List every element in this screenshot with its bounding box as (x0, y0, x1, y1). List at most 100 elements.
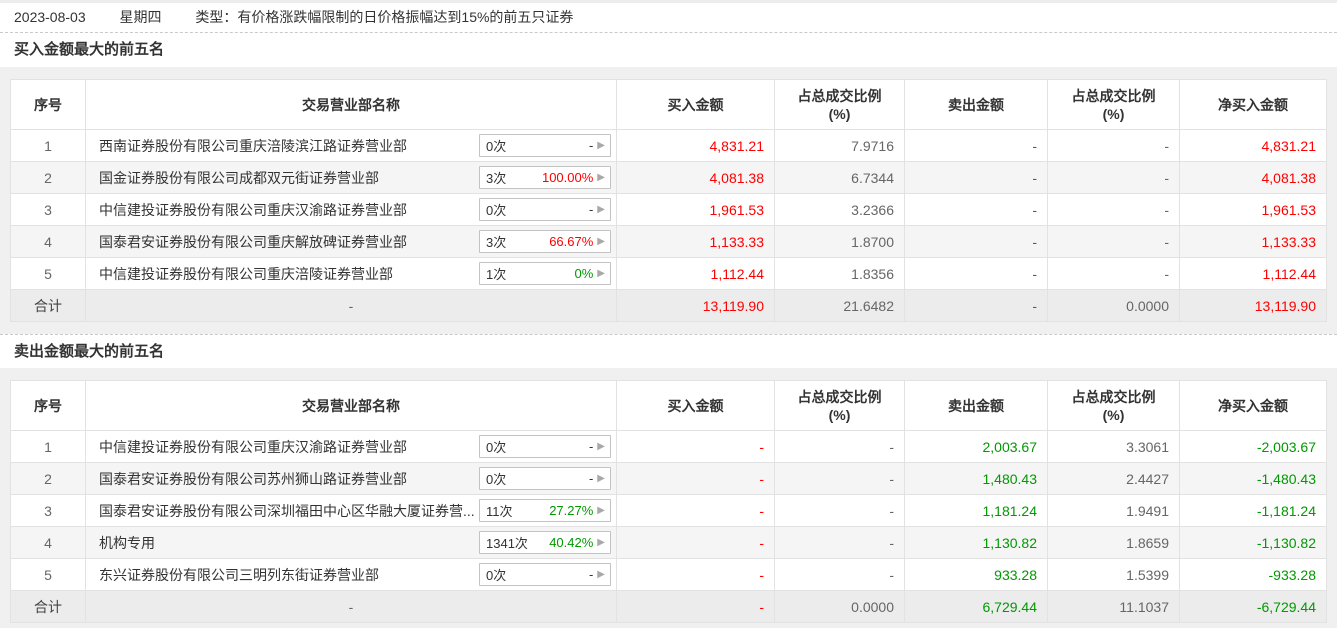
department-name-link[interactable]: 国金证券股份有限公司成都双元街证券营业部 (99, 168, 379, 188)
department-name-link[interactable]: 中信建投证券股份有限公司重庆涪陵证券营业部 (99, 264, 393, 284)
buy-ratio: - (774, 494, 905, 527)
branch-history-widget[interactable]: 0次 - ▶ (479, 435, 611, 458)
branch-history-widget[interactable]: 0次 - ▶ (479, 467, 611, 490)
appearance-count: 0次 (486, 139, 507, 154)
expand-arrow-icon: ▶ (597, 203, 605, 215)
appearance-count: 0次 (486, 472, 507, 487)
spacer (0, 368, 1337, 380)
row-index: 2 (10, 161, 86, 194)
department-name-link[interactable]: 中信建投证券股份有限公司重庆汉渝路证券营业部 (99, 200, 407, 220)
buy-amount: - (616, 462, 775, 495)
net-buy-amount: -2,003.67 (1179, 430, 1327, 463)
net-buy-amount: 4,831.21 (1179, 129, 1327, 162)
department-name-link[interactable]: 东兴证券股份有限公司三明列东街证券营业部 (99, 565, 379, 585)
department-name-link[interactable]: 机构专用 (99, 533, 155, 553)
expand-arrow-icon: ▶ (597, 139, 605, 151)
appearance-count: 3次 (486, 235, 507, 250)
department-name-link[interactable]: 中信建投证券股份有限公司重庆汉渝路证券营业部 (99, 437, 407, 457)
table-row: 3 国泰君安证券股份有限公司深圳福田中心区华融大厦证券营... 11次 27.2… (10, 494, 1327, 527)
spacer (0, 67, 1337, 79)
total-net-buy: -6,729.44 (1179, 590, 1327, 623)
net-buy-amount: 1,112.44 (1179, 257, 1327, 290)
expand-arrow-icon: ▶ (597, 440, 605, 452)
col-header-buy-ratio: 占总成交比例 (%) (774, 79, 905, 130)
col-header-buy-ratio: 占总成交比例 (%) (774, 380, 905, 431)
sell-ratio: 1.9491 (1047, 494, 1180, 527)
win-rate: 66.67% (549, 234, 594, 249)
total-sell-amount: 6,729.44 (904, 590, 1048, 623)
date-type-bar: 2023-08-03 星期四 类型：有价格涨跌幅限制的日价格振幅达到15%的前五… (0, 0, 1337, 33)
appearance-count: 11次 (486, 504, 513, 519)
win-rate: - (588, 567, 594, 582)
branch-history-widget[interactable]: 1次 0% ▶ (479, 262, 611, 285)
buy-ratio: 7.9716 (774, 129, 905, 162)
total-net-buy: 13,119.90 (1179, 289, 1327, 322)
sell-amount: - (904, 129, 1048, 162)
buy-top5-table: 序号 交易营业部名称 买入金额 占总成交比例 (%) 卖出金额 占总成交比例 (%)… (10, 79, 1327, 322)
sell-ratio: - (1047, 225, 1180, 258)
appearance-count: 0次 (486, 203, 507, 218)
department-name-link[interactable]: 西南证券股份有限公司重庆涪陵滨江路证券营业部 (99, 136, 407, 156)
branch-history-widget[interactable]: 0次 - ▶ (479, 134, 611, 157)
expand-arrow-icon: ▶ (597, 504, 605, 516)
net-buy-amount: 1,961.53 (1179, 193, 1327, 226)
win-rate: 0% (574, 266, 594, 281)
row-index: 4 (10, 526, 86, 559)
department-name-link[interactable]: 国泰君安证券股份有限公司深圳福田中心区华融大厦证券营... (99, 501, 475, 521)
buy-amount: - (616, 494, 775, 527)
net-buy-amount: -1,480.43 (1179, 462, 1327, 495)
buy-amount: - (616, 558, 775, 591)
expand-arrow-icon: ▶ (597, 568, 605, 580)
sell-ratio: - (1047, 161, 1180, 194)
row-index: 3 (10, 193, 86, 226)
trade-date: 2023-08-03 (14, 9, 86, 25)
row-index: 4 (10, 225, 86, 258)
sell-amount: 2,003.67 (904, 430, 1048, 463)
table-row: 5 中信建投证券股份有限公司重庆涪陵证券营业部 1次 0% ▶ 1,112.44 … (10, 257, 1327, 290)
total-buy-ratio: 0.0000 (774, 590, 905, 623)
branch-history-widget[interactable]: 11次 27.27% ▶ (479, 499, 611, 522)
sell-amount: 933.28 (904, 558, 1048, 591)
table-row: 5 东兴证券股份有限公司三明列东街证券营业部 0次 - ▶ - - 933.28 … (10, 558, 1327, 591)
table-row: 2 国金证券股份有限公司成都双元街证券营业部 3次 100.00% ▶ 4,081… (10, 161, 1327, 194)
buy-section-title: 买入金额最大的前五名 (0, 33, 1337, 67)
buy-amount: 1,133.33 (616, 225, 775, 258)
win-rate: 40.42% (549, 535, 594, 550)
col-header-sell-ratio: 占总成交比例 (%) (1047, 380, 1180, 431)
sell-ratio: 1.5399 (1047, 558, 1180, 591)
sell-ratio: 3.3061 (1047, 430, 1180, 463)
expand-arrow-icon: ▶ (597, 472, 605, 484)
buy-amount: 4,081.38 (616, 161, 775, 194)
win-rate: - (588, 202, 594, 217)
win-rate: 27.27% (549, 503, 594, 518)
row-index: 1 (10, 430, 86, 463)
table-header-row: 序号 交易营业部名称 买入金额 占总成交比例 (%) 卖出金额 占总成交比例 (%)… (10, 380, 1327, 431)
branch-history-widget[interactable]: 1341次 40.42% ▶ (479, 531, 611, 554)
net-buy-amount: -1,130.82 (1179, 526, 1327, 559)
row-index: 5 (10, 257, 86, 290)
appearance-count: 1341次 (486, 536, 528, 551)
buy-amount: - (616, 526, 775, 559)
net-buy-amount: -1,181.24 (1179, 494, 1327, 527)
branch-history-widget[interactable]: 0次 - ▶ (479, 563, 611, 586)
buy-amount: 1,112.44 (616, 257, 775, 290)
col-header-department: 交易营业部名称 (85, 380, 617, 431)
branch-history-widget[interactable]: 3次 66.67% ▶ (479, 230, 611, 253)
branch-history-widget[interactable]: 3次 100.00% ▶ (479, 166, 611, 189)
sell-amount: - (904, 225, 1048, 258)
col-header-department: 交易营业部名称 (85, 79, 617, 130)
sell-section-title: 卖出金额最大的前五名 (0, 334, 1337, 368)
branch-history-widget[interactable]: 0次 - ▶ (479, 198, 611, 221)
department-name-link[interactable]: 国泰君安证券股份有限公司重庆解放碑证券营业部 (99, 232, 407, 252)
sell-amount: 1,181.24 (904, 494, 1048, 527)
appearance-count: 3次 (486, 171, 507, 186)
department-name-link[interactable]: 国泰君安证券股份有限公司苏州狮山路证券营业部 (99, 469, 407, 489)
table-row: 1 西南证券股份有限公司重庆涪陵滨江路证券营业部 0次 - ▶ 4,831.21 … (10, 129, 1327, 162)
buy-ratio: 1.8356 (774, 257, 905, 290)
buy-ratio: 6.7344 (774, 161, 905, 194)
sell-amount: 1,130.82 (904, 526, 1048, 559)
total-sell-ratio: 11.1037 (1047, 590, 1180, 623)
net-buy-amount: 1,133.33 (1179, 225, 1327, 258)
total-buy-ratio: 21.6482 (774, 289, 905, 322)
total-sell-amount: - (904, 289, 1048, 322)
